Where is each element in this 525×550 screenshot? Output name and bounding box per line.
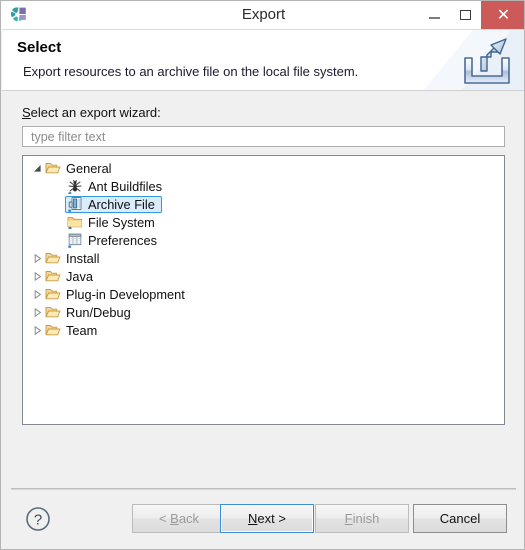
tree-item[interactable]: Install [23, 249, 504, 267]
minimize-icon[interactable] [419, 1, 450, 29]
tree-item-content[interactable]: Preferences [67, 232, 160, 248]
tree-item[interactable]: Preferences [23, 231, 504, 249]
tree-item-content[interactable]: File System [67, 214, 158, 230]
chevron-right-icon[interactable] [29, 303, 45, 321]
wizard-body: Select an export wizard: type filter tex… [2, 92, 524, 488]
tree-item[interactable]: Ant Buildfiles [23, 177, 504, 195]
export-dialog: Export ✕ Select Export resources to an a… [0, 0, 525, 550]
tree-item[interactable]: Archive File [23, 195, 504, 213]
open-folder-icon [45, 322, 61, 338]
open-folder-icon [45, 250, 61, 266]
next-button[interactable]: Next > [220, 504, 314, 533]
eclipse-logo-icon [9, 5, 29, 25]
preferences-icon [67, 232, 83, 248]
finish-button[interactable]: Finish [315, 504, 409, 533]
button-label: Cancel [439, 511, 481, 526]
open-folder-icon [45, 286, 61, 302]
open-folder-icon [45, 304, 61, 320]
window-controls: ✕ [419, 1, 524, 29]
search-input[interactable]: type filter text [22, 126, 505, 147]
title-bar: Export ✕ [1, 1, 524, 29]
tree-item[interactable]: Team [23, 321, 504, 339]
tree-item-content[interactable]: Plug-in Development [45, 286, 188, 302]
tree-item-label: Archive File [88, 196, 155, 212]
filter-label-rest: elect an export wizard: [30, 105, 161, 120]
tree-item-label: Plug-in Development [66, 286, 185, 302]
tree-item-content[interactable]: Install [45, 250, 102, 266]
tree-item-content[interactable]: Ant Buildfiles [67, 178, 165, 194]
search-placeholder: type filter text [31, 130, 106, 144]
archive-file-icon [67, 196, 83, 212]
close-icon[interactable]: ✕ [481, 1, 524, 29]
wizard-header: Select Export resources to an archive fi… [2, 29, 524, 91]
tree-item[interactable]: Plug-in Development [23, 285, 504, 303]
page-title: Select [17, 39, 62, 56]
tree-item-label: Java [66, 268, 94, 284]
help-question-icon[interactable]: ? [25, 506, 51, 532]
chevron-down-icon[interactable] [29, 159, 45, 177]
back-button[interactable]: < Back [132, 504, 226, 533]
export-wizard-tree[interactable]: General Ant Buildfiles Archive File File Sy… [22, 155, 505, 425]
dialog-footer: ? < Back Next > Finish Cancel [2, 490, 524, 549]
tree-item-selected[interactable]: Archive File [65, 195, 162, 213]
export-arrow-icon [461, 36, 513, 86]
tree-item-content[interactable]: Team [45, 322, 100, 338]
tree-item-label: General [66, 160, 112, 176]
tree-item[interactable]: File System [23, 213, 504, 231]
tree-item-content[interactable]: Run/Debug [45, 304, 134, 320]
tree-item[interactable]: Run/Debug [23, 303, 504, 321]
svg-text:?: ? [34, 512, 42, 529]
tree-item[interactable]: Java [23, 267, 504, 285]
tree-item-label: Run/Debug [66, 304, 131, 320]
open-folder-icon [45, 268, 61, 284]
chevron-right-icon[interactable] [29, 267, 45, 285]
tree-item[interactable]: General [23, 159, 504, 177]
tree-item-label: Preferences [88, 232, 157, 248]
button-label: Next > [248, 511, 286, 526]
folder-icon [67, 214, 83, 230]
filter-label-mnemonic: S [22, 105, 31, 120]
filter-label: Select an export wizard: [22, 105, 161, 120]
chevron-right-icon[interactable] [29, 321, 45, 339]
ant-icon [67, 178, 83, 194]
page-description: Export resources to an archive file on t… [23, 64, 359, 79]
tree-item-content[interactable]: General [45, 160, 115, 176]
tree-item-label: Team [66, 322, 98, 338]
chevron-right-icon[interactable] [29, 249, 45, 267]
tree-item-content[interactable]: Java [45, 268, 96, 284]
button-label: < Back [158, 511, 200, 526]
open-folder-icon [45, 160, 61, 176]
tree-item-label: Ant Buildfiles [88, 178, 162, 194]
chevron-right-icon[interactable] [29, 285, 45, 303]
tree-item-label: Install [66, 250, 100, 266]
button-label: Finish [344, 511, 380, 526]
cancel-button[interactable]: Cancel [413, 504, 507, 533]
tree-item-label: File System [88, 214, 155, 230]
maximize-icon[interactable] [450, 1, 481, 29]
